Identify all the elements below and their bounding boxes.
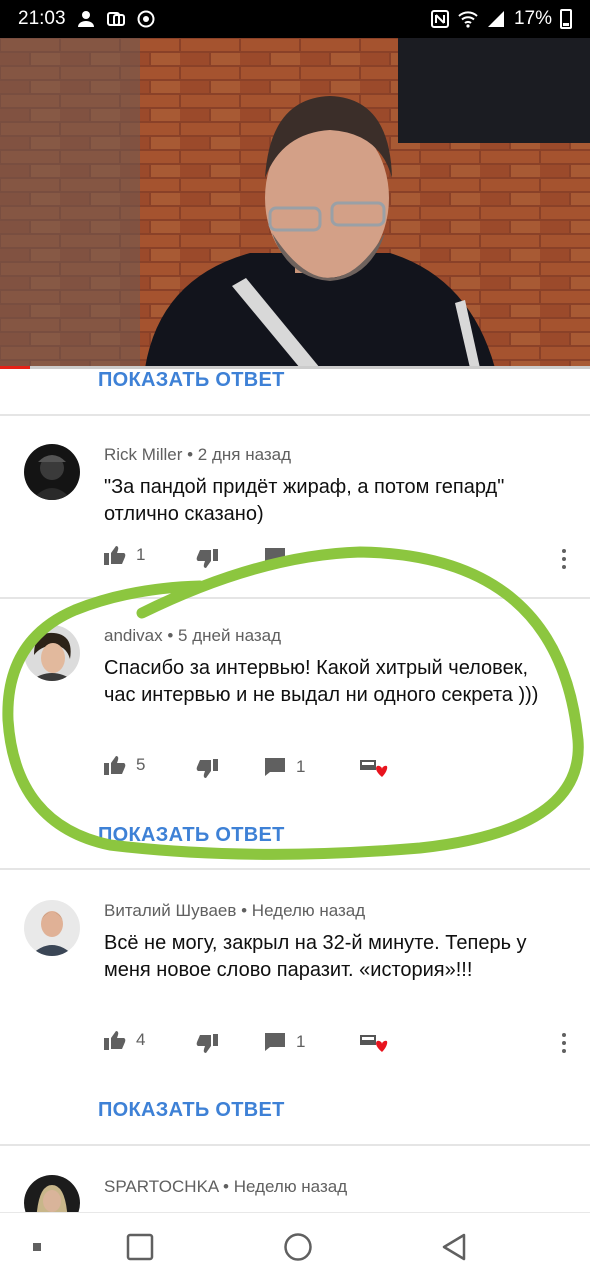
comments-list[interactable]: ПОКАЗАТЬ ОТВЕТ Rick Miller • 2 дня назад… xyxy=(0,369,590,1212)
avatar[interactable] xyxy=(24,900,80,956)
nav-dot-button[interactable] xyxy=(20,1213,54,1280)
comment-author[interactable]: Виталий Шуваев xyxy=(104,901,236,920)
wifi-icon xyxy=(458,11,478,28)
thumbs-up-icon xyxy=(104,756,126,775)
comment-author[interactable]: andivax xyxy=(104,626,163,645)
reply-count: 1 xyxy=(296,757,306,776)
dislike-button[interactable] xyxy=(196,1034,218,1054)
creator-heart-icon xyxy=(360,759,390,781)
like-count: 4 xyxy=(136,1030,146,1049)
recent-apps-button[interactable] xyxy=(118,1213,162,1280)
like-button[interactable]: 5 xyxy=(104,755,145,775)
comment-age: 2 дня назад xyxy=(197,445,292,464)
video-player[interactable] xyxy=(0,38,590,368)
back-button[interactable] xyxy=(432,1213,476,1280)
dislike-button[interactable] xyxy=(196,549,218,569)
comment-author[interactable]: Rick Miller xyxy=(104,445,182,464)
comment-meta: Rick Miller • 2 дня назад xyxy=(104,445,292,464)
signal-icon xyxy=(487,11,504,27)
comment-author[interactable]: SPARTOCHKA xyxy=(104,1177,218,1196)
divider xyxy=(0,597,590,599)
comment-text: Спасибо за интервью! Какой хитрый челове… xyxy=(104,657,539,706)
square-icon xyxy=(126,1233,154,1261)
comment-text: Всё не могу, закрыл на 32-й минуте. Тепе… xyxy=(104,932,527,981)
account-icon xyxy=(77,11,94,27)
thumbs-up-icon xyxy=(104,546,126,565)
battery-percent: 17% xyxy=(513,8,552,29)
circle-icon xyxy=(284,1233,312,1261)
comment-icon xyxy=(265,548,285,566)
comment-meta: andivax • 5 дней назад xyxy=(104,626,281,645)
dot-icon xyxy=(33,1243,41,1251)
show-reply-button[interactable]: ПОКАЗАТЬ ОТВЕТ xyxy=(98,369,285,392)
whatsapp-icon xyxy=(137,10,155,28)
like-button[interactable]: 1 xyxy=(104,545,145,565)
avatar[interactable] xyxy=(24,625,80,681)
divider xyxy=(0,868,590,870)
nfc-icon xyxy=(430,10,449,28)
home-button[interactable] xyxy=(276,1213,320,1280)
comment-icon xyxy=(265,1033,285,1051)
comment-meta: Виталий Шуваев • Неделю назад xyxy=(104,901,366,920)
creator-heart-icon xyxy=(360,1034,390,1056)
battery-icon xyxy=(560,9,572,29)
cards-icon xyxy=(106,12,125,26)
comment-age: 5 дней назад xyxy=(178,626,281,645)
thumbs-down-icon xyxy=(196,1034,218,1053)
thumbs-up-icon xyxy=(104,1031,126,1050)
like-count: 1 xyxy=(136,545,146,564)
more-options-button[interactable] xyxy=(554,1031,574,1055)
comment-text: "За пандой придёт жираф, а потом гепард"… xyxy=(104,476,505,525)
more-options-button[interactable] xyxy=(554,547,574,571)
reply-button[interactable] xyxy=(264,547,286,567)
status-bar: 21:03 17% xyxy=(0,0,590,38)
comment-icon xyxy=(265,758,285,776)
show-reply-button[interactable]: ПОКАЗАТЬ ОТВЕТ xyxy=(98,824,285,847)
like-count: 5 xyxy=(136,755,146,774)
comment-age: Неделю назад xyxy=(233,1177,348,1196)
divider xyxy=(0,414,590,416)
back-triangle-icon xyxy=(442,1233,466,1261)
thumbs-down-icon xyxy=(196,549,218,568)
reply-count: 1 xyxy=(296,1032,306,1051)
avatar[interactable] xyxy=(24,444,80,500)
navigation-bar xyxy=(0,1212,590,1280)
reply-button[interactable]: 1 xyxy=(264,757,305,777)
show-reply-button[interactable]: ПОКАЗАТЬ ОТВЕТ xyxy=(98,1099,285,1122)
dislike-button[interactable] xyxy=(196,759,218,779)
video-frame xyxy=(0,38,590,368)
comment-age: Неделю назад xyxy=(251,901,366,920)
thumbs-down-icon xyxy=(196,759,218,778)
reply-button[interactable]: 1 xyxy=(264,1032,305,1052)
avatar[interactable] xyxy=(24,1175,80,1212)
comment-meta: SPARTOCHKA • Неделю назад xyxy=(104,1177,348,1196)
status-time: 21:03 xyxy=(18,8,66,29)
like-button[interactable]: 4 xyxy=(104,1030,145,1050)
divider xyxy=(0,1144,590,1146)
